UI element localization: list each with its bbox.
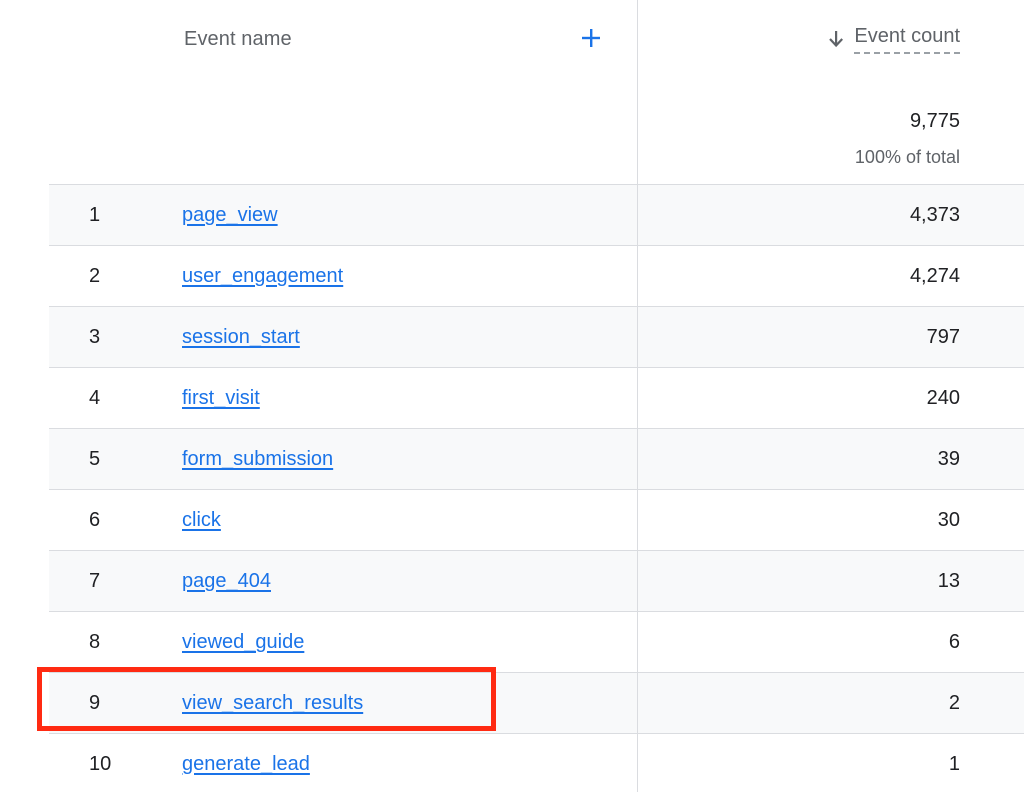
event-count-cell: 240 — [926, 387, 960, 409]
arrow-down-icon — [828, 30, 844, 48]
event-count-cell: 6 — [948, 631, 960, 653]
total-percentage: 100% of total — [854, 147, 960, 167]
event-count-cell: 30 — [937, 509, 960, 531]
event-count-cell: 39 — [937, 448, 960, 470]
table-row: 8 viewed_guide 6 — [49, 611, 1024, 672]
add-dimension-button[interactable] — [575, 22, 607, 54]
plus-icon — [581, 28, 601, 48]
event-table: Event name Event count 9,775 100% of tot… — [0, 0, 1024, 792]
table-row: 4 first_visit 240 — [49, 367, 1024, 428]
event-count-cell: 797 — [926, 326, 960, 348]
row-index: 3 — [89, 326, 101, 348]
event-name-link[interactable]: view_search_results — [182, 673, 363, 733]
row-index: 4 — [89, 387, 101, 409]
column-divider — [637, 0, 638, 792]
event-count-cell: 2 — [948, 692, 960, 714]
row-index: 2 — [89, 265, 101, 287]
event-count-column-header[interactable]: Event count — [828, 24, 960, 54]
event-count-cell: 4,373 — [909, 204, 960, 226]
row-index: 10 — [89, 753, 112, 775]
event-count-cell: 13 — [937, 570, 960, 592]
event-name-link[interactable]: page_view — [182, 185, 278, 245]
table-row: 6 click 30 — [49, 489, 1024, 550]
event-name-link[interactable]: session_start — [182, 307, 300, 367]
event-count-cell: 4,274 — [909, 265, 960, 287]
event-name-link[interactable]: user_engagement — [182, 246, 343, 306]
row-index: 9 — [89, 692, 101, 714]
table-row: 1 page_view 4,373 — [49, 184, 1024, 245]
event-count-label: Event count — [854, 24, 960, 54]
total-event-count: 9,775 — [909, 110, 960, 132]
table-row: 2 user_engagement 4,274 — [49, 245, 1024, 306]
table-header: Event name Event count 9,775 100% of tot… — [0, 0, 1024, 184]
row-index: 5 — [89, 448, 101, 470]
row-index: 6 — [89, 509, 101, 531]
table-row: 9 view_search_results 2 — [49, 672, 1024, 733]
event-name-link[interactable]: first_visit — [182, 368, 260, 428]
event-name-link[interactable]: page_404 — [182, 551, 271, 611]
event-count-cell: 1 — [948, 753, 960, 775]
table-row: 3 session_start 797 — [49, 306, 1024, 367]
event-name-link[interactable]: generate_lead — [182, 734, 310, 792]
event-name-link[interactable]: form_submission — [182, 429, 333, 489]
row-index: 1 — [89, 204, 101, 226]
table-row: 10 generate_lead 1 — [49, 733, 1024, 792]
table-row: 5 form_submission 39 — [49, 428, 1024, 489]
event-name-link[interactable]: click — [182, 490, 221, 550]
table-row: 7 page_404 13 — [49, 550, 1024, 611]
row-index: 7 — [89, 570, 101, 592]
event-name-link[interactable]: viewed_guide — [182, 612, 304, 672]
row-index: 8 — [89, 631, 101, 653]
event-name-column-header[interactable]: Event name — [184, 28, 292, 51]
table-body: 1 page_view 4,373 2 user_engagement 4,27… — [49, 184, 1024, 792]
